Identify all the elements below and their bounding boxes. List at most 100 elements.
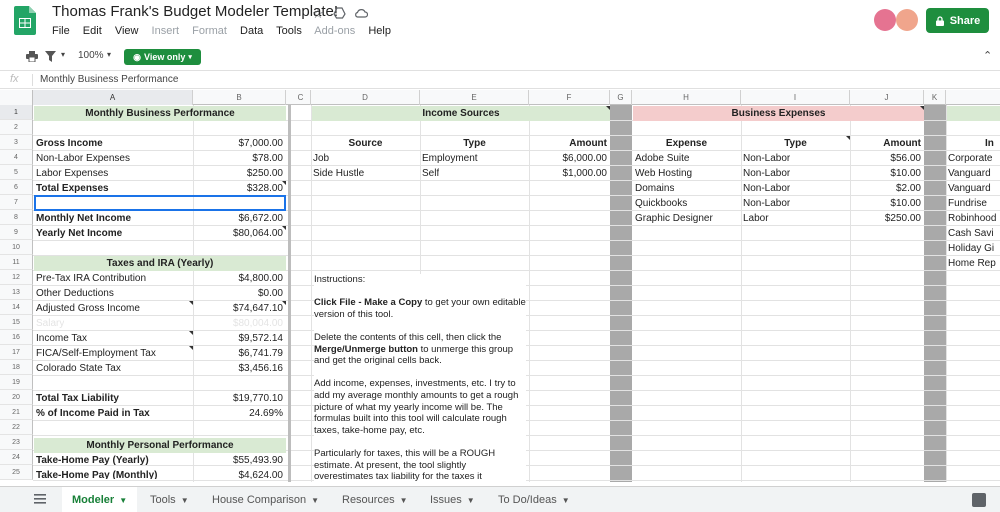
label-gross-income[interactable]: Gross Income bbox=[36, 136, 103, 151]
row-header[interactable]: 3 bbox=[0, 135, 33, 150]
row-header[interactable]: 19 bbox=[0, 375, 33, 390]
expense-name-cell[interactable]: Graphic Designer bbox=[635, 211, 713, 226]
row-header[interactable]: 22 bbox=[0, 420, 33, 435]
income-amount-cell[interactable]: $1,000.00 bbox=[529, 166, 608, 181]
print-icon[interactable] bbox=[26, 51, 38, 62]
row-header[interactable]: 4 bbox=[0, 150, 33, 165]
income-source-cell[interactable]: Side Hustle bbox=[313, 166, 364, 181]
investment-cell[interactable]: Vanguard bbox=[948, 181, 991, 196]
section-header-business-expenses[interactable]: Business Expenses bbox=[633, 106, 924, 121]
value-labor-expenses[interactable]: $250.00 bbox=[194, 166, 283, 181]
tab-house-comparison[interactable]: House Comparison ▼ bbox=[212, 487, 319, 512]
expense-type-cell[interactable]: Non-Labor bbox=[743, 196, 790, 211]
instructions-cell[interactable]: Instructions: Click File - Make a Copy t… bbox=[314, 274, 526, 482]
avatar[interactable] bbox=[896, 9, 918, 31]
select-all-corner[interactable] bbox=[0, 90, 33, 105]
row-header[interactable]: 8 bbox=[0, 210, 33, 225]
row-header[interactable]: 15 bbox=[0, 315, 33, 330]
expense-name-cell[interactable]: Domains bbox=[635, 181, 674, 196]
value-non-labor-expenses[interactable]: $78.00 bbox=[194, 151, 283, 166]
expense-name-cell[interactable]: Web Hosting bbox=[635, 166, 692, 181]
row-header[interactable]: 13 bbox=[0, 285, 33, 300]
formula-input[interactable]: Monthly Business Performance bbox=[40, 74, 178, 85]
expense-type-cell[interactable]: Non-Labor bbox=[743, 151, 790, 166]
row-header[interactable]: 20 bbox=[0, 390, 33, 405]
share-button[interactable]: Share bbox=[926, 8, 989, 33]
label-percent-income-tax[interactable]: % of Income Paid in Tax bbox=[36, 406, 150, 421]
label-other-deductions[interactable]: Other Deductions bbox=[36, 286, 114, 301]
row-header[interactable]: 5 bbox=[0, 165, 33, 180]
column-header-b[interactable]: B bbox=[193, 90, 286, 105]
note-indicator[interactable] bbox=[189, 346, 193, 350]
note-indicator[interactable] bbox=[282, 181, 286, 185]
label-labor-expenses[interactable]: Labor Expenses bbox=[36, 166, 108, 181]
column-header-c[interactable]: C bbox=[291, 90, 311, 105]
zoom-dropdown-icon[interactable]: ▾ bbox=[107, 50, 111, 59]
menu-data[interactable]: Data bbox=[240, 25, 263, 37]
avatar[interactable] bbox=[874, 9, 896, 31]
note-indicator[interactable] bbox=[189, 331, 193, 335]
tab-modeler[interactable]: Modeler ▼ bbox=[62, 487, 138, 512]
expense-amount-cell[interactable]: $2.00 bbox=[850, 181, 921, 196]
document-title[interactable]: Thomas Frank's Budget Modeler Template! bbox=[52, 3, 338, 20]
income-col-type[interactable]: Type bbox=[420, 136, 529, 151]
expense-name-cell[interactable]: Quickbooks bbox=[635, 196, 687, 211]
expense-col-expense[interactable]: Expense bbox=[632, 136, 741, 151]
spreadsheet-grid[interactable]: A B C D E F G H I J K 1 2 3 4 5 6 7 8 9 10 11 12 13 1… bbox=[0, 90, 1000, 482]
expense-col-type[interactable]: Type bbox=[741, 136, 850, 151]
investments-col-header[interactable]: In bbox=[985, 136, 994, 151]
menu-edit[interactable]: Edit bbox=[83, 25, 102, 37]
row-header[interactable]: 7 bbox=[0, 195, 33, 210]
value-state-tax[interactable]: $3,456.16 bbox=[194, 361, 284, 376]
move-to-drive-icon[interactable] bbox=[333, 7, 346, 19]
column-header-f[interactable]: F bbox=[529, 90, 610, 105]
section-header-taxes-ira[interactable]: Taxes and IRA (Yearly) bbox=[34, 256, 286, 271]
expense-amount-cell[interactable]: $10.00 bbox=[850, 196, 921, 211]
label-monthly-net-income[interactable]: Monthly Net Income bbox=[36, 211, 131, 226]
value-adjusted-gross-income[interactable]: $74,647.10 bbox=[194, 301, 283, 316]
cloud-status-icon[interactable] bbox=[354, 8, 368, 18]
column-header-l[interactable] bbox=[946, 90, 1000, 105]
explore-icon[interactable] bbox=[972, 493, 986, 507]
investment-cell[interactable]: Vanguard bbox=[948, 166, 991, 181]
row-header[interactable]: 23 bbox=[0, 435, 33, 450]
investment-cell[interactable]: Home Rep bbox=[948, 256, 996, 271]
star-icon[interactable]: ☆ bbox=[312, 6, 324, 22]
note-indicator[interactable] bbox=[920, 106, 924, 110]
value-fica-tax[interactable]: $6,741.79 bbox=[194, 346, 284, 361]
row-header[interactable]: 10 bbox=[0, 240, 33, 255]
value-salary[interactable]: $80,004.00 bbox=[194, 316, 283, 331]
income-type-cell[interactable]: Employment bbox=[422, 151, 478, 166]
column-header-a[interactable]: A bbox=[33, 90, 193, 105]
investment-cell[interactable]: Corporate bbox=[948, 151, 992, 166]
income-source-cell[interactable]: Job bbox=[313, 151, 329, 166]
label-total-expenses[interactable]: Total Expenses bbox=[36, 181, 109, 196]
menu-format[interactable]: Format bbox=[192, 25, 227, 37]
note-indicator[interactable] bbox=[282, 226, 286, 230]
income-col-amount[interactable]: Amount bbox=[529, 136, 607, 151]
investment-cell[interactable]: Robinhood bbox=[948, 211, 996, 226]
tab-tools[interactable]: Tools ▼ bbox=[150, 487, 189, 512]
row-header[interactable]: 21 bbox=[0, 405, 33, 420]
sheets-logo-icon[interactable] bbox=[14, 6, 36, 35]
menu-insert[interactable]: Insert bbox=[152, 25, 180, 37]
collapse-toolbar-icon[interactable]: ⌃ bbox=[983, 49, 992, 62]
label-pretax-ira[interactable]: Pre-Tax IRA Contribution bbox=[36, 271, 146, 286]
value-pretax-ira[interactable]: $4,800.00 bbox=[194, 271, 284, 286]
label-non-labor-expenses[interactable]: Non-Labor Expenses bbox=[36, 151, 130, 166]
investment-cell[interactable]: Cash Savi bbox=[948, 226, 994, 241]
menu-addons[interactable]: Add-ons bbox=[314, 25, 355, 37]
column-header-g[interactable]: G bbox=[610, 90, 632, 105]
label-fica-tax[interactable]: FICA/Self-Employment Tax bbox=[36, 346, 156, 361]
value-monthly-net-income[interactable]: $6,672.00 bbox=[194, 211, 284, 226]
label-yearly-net-income[interactable]: Yearly Net Income bbox=[36, 226, 122, 241]
income-type-cell[interactable]: Self bbox=[422, 166, 439, 181]
row-header[interactable]: 25 bbox=[0, 465, 33, 480]
value-yearly-net-income[interactable]: $80,064.00 bbox=[194, 226, 283, 241]
value-income-tax[interactable]: $9,572.14 bbox=[194, 331, 284, 346]
label-income-tax[interactable]: Income Tax bbox=[36, 331, 87, 346]
column-header-j[interactable]: J bbox=[850, 90, 924, 105]
row-header[interactable]: 2 bbox=[0, 120, 33, 135]
zoom-select[interactable]: 100% bbox=[78, 50, 104, 61]
column-header-e[interactable]: E bbox=[420, 90, 529, 105]
